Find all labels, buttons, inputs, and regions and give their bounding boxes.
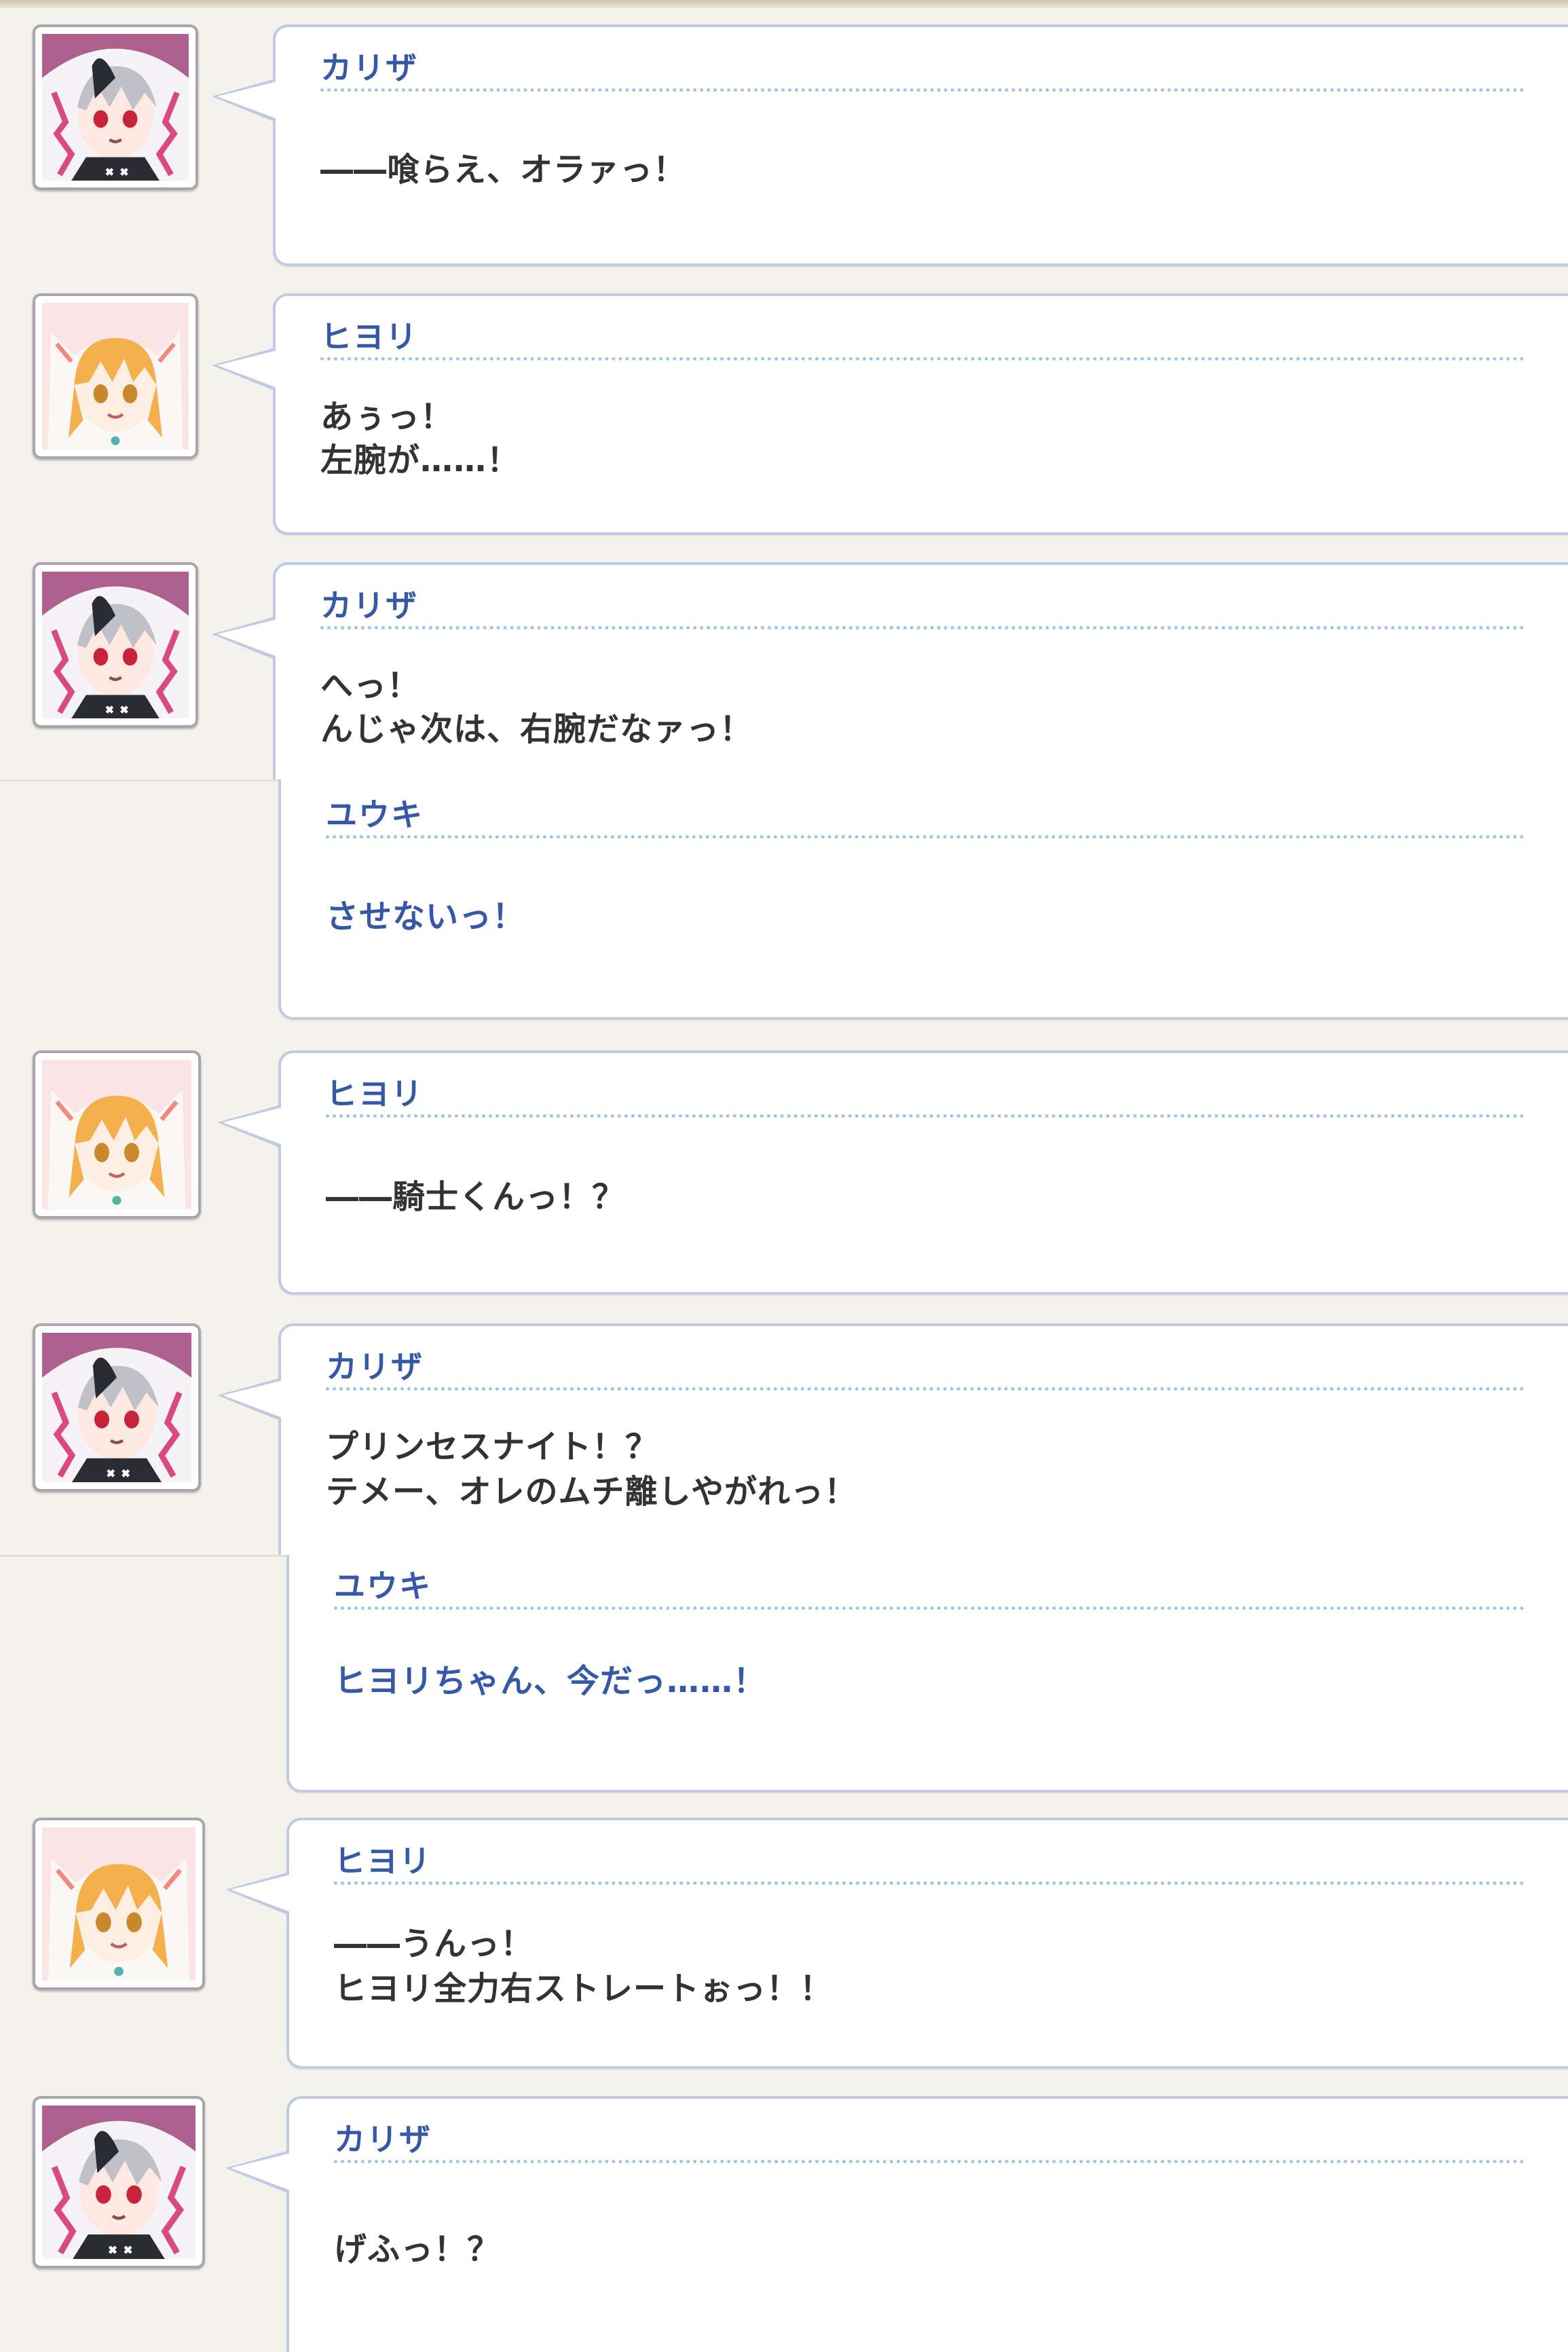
name-divider [326, 835, 1525, 839]
karyza-avatar [33, 1323, 201, 1492]
name-divider [334, 1881, 1525, 1885]
dialogue-line: げふっ！？ [334, 2230, 501, 2268]
name-divider [326, 1114, 1525, 1118]
karyza-portrait-icon [42, 572, 189, 718]
hiyori-avatar [33, 1818, 205, 1990]
dialogue-bubble: カリザ ――喰らえ、オラァっ！ [212, 24, 1568, 266]
dialogue-bubble: ユウキ ヒヨリちゃん、今だっ……！ [286, 1555, 1568, 1793]
dialogue-line: 左腕が……！ [320, 441, 521, 479]
hiyori-avatar [33, 1050, 201, 1219]
dialogue-panel-1: カリザ ――喰らえ、オラァっ！ ヒヨリ あぅっ！ 左腕が……！ カリザ へっ！ … [0, 8, 1568, 779]
karyza-avatar [33, 562, 198, 728]
dialogue-line: あぅっ！ [320, 398, 454, 436]
speaker-name: ヒヨリ [326, 1076, 424, 1112]
speaker-name: ヒヨリ [320, 318, 418, 355]
dialogue-line: プリンセスナイト！？ [326, 1428, 659, 1466]
name-divider [320, 626, 1525, 629]
dialogue-line: ――騎士くんっ！？ [326, 1178, 626, 1216]
message-yuuki: ユウキ させないっ！ [0, 779, 1568, 1026]
dialogue-bubble: カリザ プリンセスナイト！？ テメー、オレのムチ離しやがれっ！ [217, 1323, 1568, 1555]
name-divider [320, 357, 1525, 361]
name-divider [334, 1606, 1525, 1610]
hiyori-portrait-icon [42, 1827, 195, 1981]
speaker-name: カリザ [320, 50, 418, 86]
dialogue-line: ヒヨリ全力右ストレートぉっ！！ [334, 1970, 834, 2008]
karyza-avatar [33, 24, 198, 190]
dialogue-panel-3: ユウキ ヒヨリちゃん、今だっ……！ ヒヨリ ――うんっ！ ヒヨリ全力右ストレート… [0, 1555, 1568, 2352]
dialogue-bubble: カリザ げふっ！？ [225, 2096, 1568, 2352]
hiyori-portrait-icon [42, 303, 189, 449]
karyza-avatar [33, 2096, 205, 2268]
karyza-portrait-icon [42, 1333, 191, 1482]
message-hiyori: ヒヨリ あぅっ！ 左腕が……！ [0, 282, 1568, 536]
message-hiyori: ヒヨリ ――うんっ！ ヒヨリ全力右ストレートぉっ！！ [0, 1807, 1568, 2070]
dialogue-bubble: カリザ へっ！ んじゃ次は、右腕だなァっ！ [212, 562, 1568, 779]
message-yuuki: ユウキ ヒヨリちゃん、今だっ……！ [0, 1555, 1568, 1795]
speaker-name: カリザ [320, 587, 418, 624]
message-hiyori: ヒヨリ ――騎士くんっ！？ [0, 1040, 1568, 1298]
speaker-name: ユウキ [334, 1568, 432, 1604]
dialogue-line: ――喰らえ、オラァっ！ [320, 151, 687, 189]
name-divider [320, 88, 1525, 92]
name-divider [326, 1387, 1525, 1391]
dialogue-line: させないっ！ [326, 898, 526, 936]
dialogue-bubble: ヒヨリ あぅっ！ 左腕が……！ [212, 293, 1568, 535]
name-divider [334, 2160, 1525, 2163]
dialogue-bubble: ヒヨリ ――うんっ！ ヒヨリ全力右ストレートぉっ！！ [225, 1818, 1568, 2069]
dialogue-line: ――うんっ！ [334, 1925, 534, 1963]
dialogue-panel-2: ユウキ させないっ！ ヒヨリ ――騎士くんっ！？ カリザ プリンセスナイト！？ … [0, 779, 1568, 1555]
dialogue-line: へっ！ [320, 667, 421, 705]
speaker-name: カリザ [326, 1348, 424, 1385]
top-strip [0, 0, 1568, 8]
speaker-name: ヒヨリ [334, 1843, 432, 1879]
dialogue-bubble: ユウキ させないっ！ [278, 779, 1568, 1020]
speaker-name: ユウキ [326, 796, 424, 833]
speaker-name: カリザ [334, 2121, 432, 2158]
screenshot-2: ユウキ させないっ！ ヒヨリ ――騎士くんっ！？ カリザ プリンセスナイト！？ … [0, 779, 1568, 1555]
message-karyza: カリザ ――喰らえ、オラァっ！ [0, 14, 1568, 268]
message-karyza: カリザ げふっ！？ [0, 2085, 1568, 2352]
screenshot-3: ユウキ ヒヨリちゃん、今だっ……！ ヒヨリ ――うんっ！ ヒヨリ全力右ストレート… [0, 1555, 1568, 2352]
screenshot-1: カリザ ――喰らえ、オラァっ！ ヒヨリ あぅっ！ 左腕が……！ カリザ へっ！ … [0, 8, 1568, 779]
message-karyza: カリザ へっ！ んじゃ次は、右腕だなァっ！ [0, 551, 1568, 779]
hiyori-portrait-icon [42, 1060, 191, 1209]
dialogue-line: ヒヨリちゃん、今だっ……！ [334, 1662, 767, 1700]
message-karyza: カリザ プリンセスナイト！？ テメー、オレのムチ離しやがれっ！ [0, 1312, 1568, 1555]
dialogue-line: テメー、オレのムチ離しやがれっ！ [326, 1473, 858, 1511]
karyza-portrait-icon [42, 34, 189, 181]
karyza-portrait-icon [42, 2106, 195, 2259]
dialogue-line: んじゃ次は、右腕だなァっ！ [320, 710, 753, 748]
hiyori-avatar [33, 293, 198, 459]
dialogue-bubble: ヒヨリ ――騎士くんっ！？ [217, 1050, 1568, 1295]
